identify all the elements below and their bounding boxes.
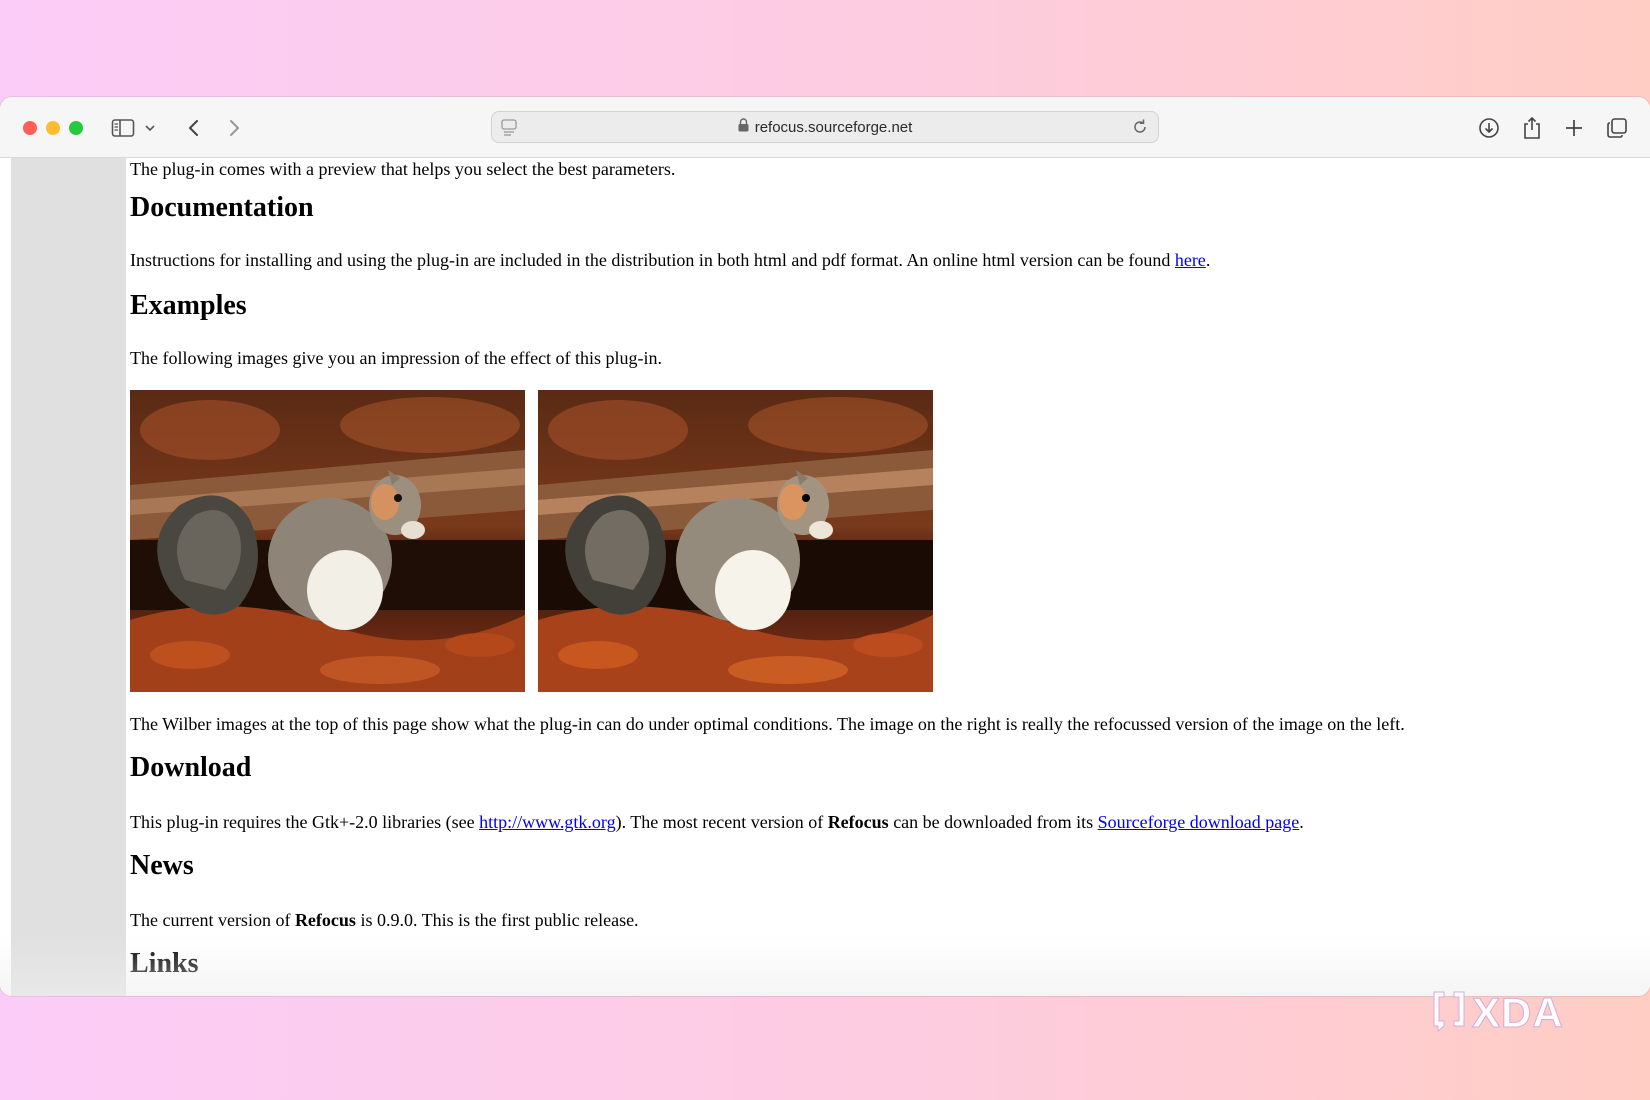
new-tab-icon[interactable]: [1560, 114, 1588, 142]
examples-caption: The Wilber images at the top of this pag…: [130, 714, 1405, 734]
reload-icon[interactable]: [1131, 118, 1149, 141]
chevron-down-icon[interactable]: [140, 114, 160, 142]
xda-wordmark: XDA: [1472, 988, 1564, 1036]
forward-icon[interactable]: [220, 114, 248, 142]
xda-logo-icon: [1430, 988, 1468, 1037]
download-icon[interactable]: [1475, 114, 1503, 142]
bottom-fade: [0, 936, 1650, 996]
news-text-2: is 0.9.0. This is the first public relea…: [355, 910, 639, 930]
squirrel-refocused-image: [538, 390, 933, 692]
news-text-1: The current version of: [130, 910, 295, 930]
documentation-text: Instructions for installing and using th…: [130, 250, 1175, 270]
documentation-here-link[interactable]: here: [1175, 250, 1206, 270]
address-bar[interactable]: refocus.sourceforge.net: [491, 111, 1159, 143]
download-paragraph: This plug-in requires the Gtk+-2.0 libra…: [130, 812, 1304, 833]
url-container: refocus.sourceforge.net: [492, 112, 1158, 142]
squirrel-original-image: [130, 390, 525, 692]
documentation-paragraph: Instructions for installing and using th…: [130, 250, 1210, 271]
tab-overview-icon[interactable]: [1603, 114, 1631, 142]
sidebar-icon[interactable]: [109, 114, 137, 142]
minimize-window-button[interactable]: [46, 121, 60, 135]
news-paragraph: The current version of Refocus is 0.9.0.…: [130, 910, 639, 931]
back-icon[interactable]: [180, 114, 208, 142]
left-margin-strip: [11, 158, 126, 996]
download-text-2: ). The most recent version of: [615, 812, 828, 832]
examples-heading: Examples: [130, 290, 247, 321]
close-window-button[interactable]: [23, 121, 37, 135]
download-text-4: .: [1299, 812, 1304, 832]
gtk-link[interactable]: http://www.gtk.org: [479, 812, 616, 832]
browser-toolbar: refocus.sourceforge.net: [0, 97, 1650, 158]
page-content: The plug-in comes with a preview that he…: [0, 158, 1650, 996]
documentation-heading: Documentation: [130, 192, 314, 223]
lock-icon: [738, 117, 749, 137]
download-text-1: This plug-in requires the Gtk+-2.0 libra…: [130, 812, 480, 832]
download-heading: Download: [130, 752, 252, 783]
documentation-text-end: .: [1205, 250, 1211, 270]
xda-watermark: XDA: [1430, 988, 1564, 1037]
refocus-name: Refocus: [827, 812, 889, 832]
browser-window: refocus.sourceforge.net The plug-in come…: [0, 97, 1650, 996]
links-heading: Links: [130, 948, 199, 979]
refocus-name: Refocus: [294, 910, 356, 930]
news-heading: News: [130, 850, 194, 881]
download-text-3: can be downloaded from its: [888, 812, 1098, 832]
share-icon[interactable]: [1518, 114, 1546, 142]
sourceforge-download-link[interactable]: Sourceforge download page: [1098, 812, 1300, 832]
zoom-window-button[interactable]: [69, 121, 83, 135]
examples-paragraph: The following images give you an impress…: [130, 348, 663, 368]
url-text: refocus.sourceforge.net: [754, 118, 913, 136]
intro-paragraph: The plug-in comes with a preview that he…: [130, 159, 676, 179]
